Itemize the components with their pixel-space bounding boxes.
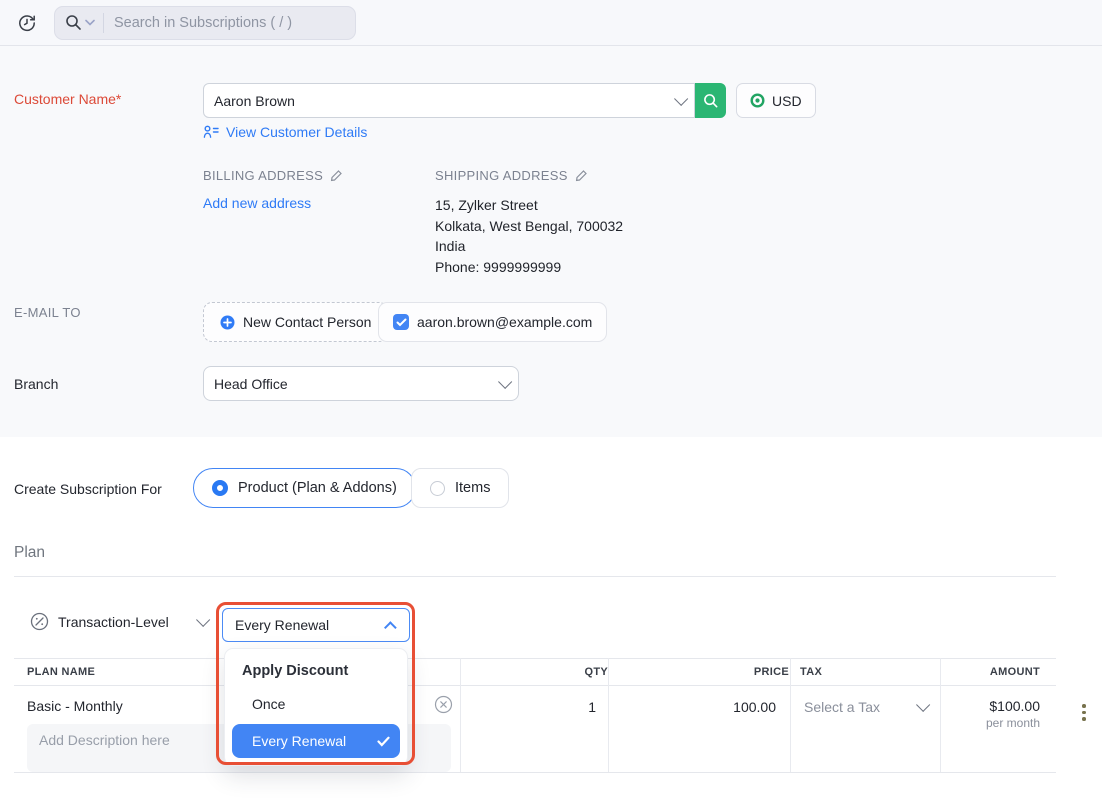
shipping-address-lines: 15, Zylker Street Kolkata, West Bengal, … [435, 195, 623, 277]
branch-label: Branch [14, 376, 58, 392]
chevron-down-icon [674, 91, 688, 105]
billing-address-label: BILLING ADDRESS [203, 168, 323, 183]
row-divider [14, 772, 1056, 773]
column-divider [608, 658, 609, 772]
plus-circle-icon [220, 315, 235, 330]
customer-section: Customer Name* Aaron Brown USD View Cust… [0, 46, 1102, 437]
email-recipient-option[interactable]: aaron.brown@example.com [378, 302, 607, 342]
radio-product-label: Product (Plan & Addons) [238, 480, 397, 496]
customer-details-icon [203, 125, 219, 139]
price-cell[interactable]: 100.00 [608, 699, 776, 715]
tax-select[interactable]: Select a Tax [800, 691, 930, 723]
branch-value: Head Office [214, 376, 498, 392]
email-address-label: aaron.brown@example.com [417, 314, 592, 330]
search-scope-chevron-icon[interactable] [85, 19, 95, 26]
column-divider [790, 658, 791, 772]
tax-placeholder: Select a Tax [804, 699, 916, 715]
option-every-renewal-label: Every Renewal [252, 733, 377, 749]
check-icon [396, 318, 407, 327]
apply-discount-header: Apply Discount [225, 661, 407, 689]
global-search-box[interactable] [54, 6, 356, 40]
branch-select[interactable]: Head Office [203, 366, 519, 401]
customer-name-label: Customer Name* [14, 91, 121, 107]
recent-history-icon[interactable] [14, 10, 40, 36]
add-new-address-link[interactable]: Add new address [203, 195, 343, 211]
plan-name-cell[interactable]: Basic - Monthly [27, 698, 123, 714]
radio-product-plan-addons[interactable]: Product (Plan & Addons) [193, 468, 416, 508]
edit-pencil-icon[interactable] [330, 169, 343, 182]
address-line: 15, Zylker Street [435, 195, 623, 216]
col-plan-name: PLAN NAME [27, 666, 95, 678]
amount-period: per month [986, 716, 1040, 730]
shipping-address-block: SHIPPING ADDRESS 15, Zylker Street Kolka… [435, 168, 623, 277]
customer-name-value: Aaron Brown [214, 93, 674, 109]
view-customer-details-label: View Customer Details [226, 124, 367, 140]
column-divider [460, 658, 461, 772]
address-line: Kolkata, West Bengal, 700032 [435, 216, 623, 237]
chevron-down-icon [498, 374, 512, 388]
edit-pencil-icon[interactable] [575, 169, 588, 182]
plan-table-header: PLAN NAME QTY PRICE TAX AMOUNT [14, 658, 1056, 686]
apply-discount-dropdown: Apply Discount Once Every Renewal [224, 648, 408, 766]
new-contact-person-button[interactable]: New Contact Person [203, 302, 388, 342]
plan-heading: Plan [14, 544, 45, 562]
col-qty: QTY [584, 666, 608, 678]
qty-cell[interactable]: 1 [460, 699, 596, 715]
discount-percent-icon [30, 612, 49, 631]
billing-address-block: BILLING ADDRESS Add new address [203, 168, 343, 211]
shipping-address-label: SHIPPING ADDRESS [435, 168, 568, 183]
search-icon [703, 93, 719, 109]
column-divider [940, 658, 941, 772]
option-every-renewal[interactable]: Every Renewal [232, 724, 400, 758]
search-icon [65, 14, 82, 31]
option-once[interactable]: Once [225, 689, 407, 724]
chevron-down-icon [916, 698, 930, 712]
email-to-label: E-MAIL TO [14, 305, 81, 320]
col-amount: AMOUNT [990, 666, 1040, 678]
check-icon [377, 736, 390, 747]
new-contact-person-label: New Contact Person [243, 314, 371, 330]
discount-frequency-value: Every Renewal [235, 617, 388, 633]
discount-level-value: Transaction-Level [58, 614, 169, 630]
new-subscription-page: Customer Name* Aaron Brown USD View Cust… [0, 0, 1102, 808]
currency-icon [750, 93, 765, 108]
amount-cell: $100.00 [989, 698, 1040, 714]
top-bar [0, 0, 1102, 46]
radio-items[interactable]: Items [411, 468, 509, 508]
customer-name-select[interactable]: Aaron Brown [203, 83, 695, 118]
radio-unselected-icon [430, 481, 445, 496]
address-line: India [435, 236, 623, 257]
row-menu-icon[interactable] [1082, 704, 1086, 721]
col-tax: TAX [800, 666, 822, 678]
discount-level-select[interactable]: Transaction-Level [30, 612, 206, 631]
radio-items-label: Items [455, 480, 490, 496]
address-line: Phone: 9999999999 [435, 257, 623, 278]
search-input[interactable] [114, 15, 345, 31]
remove-line-icon[interactable] [434, 695, 453, 714]
chevron-down-icon [196, 612, 210, 626]
radio-selected-icon [212, 480, 228, 496]
create-subscription-for-label: Create Subscription For [14, 481, 162, 497]
view-customer-details-link[interactable]: View Customer Details [203, 124, 367, 140]
search-divider [103, 13, 104, 33]
email-checkbox[interactable] [393, 314, 409, 330]
col-price: PRICE [754, 666, 789, 678]
plan-divider [14, 576, 1056, 577]
customer-search-button[interactable] [695, 83, 726, 118]
discount-frequency-select[interactable]: Every Renewal [222, 608, 410, 642]
currency-button[interactable]: USD [736, 83, 816, 118]
currency-code: USD [772, 93, 802, 109]
